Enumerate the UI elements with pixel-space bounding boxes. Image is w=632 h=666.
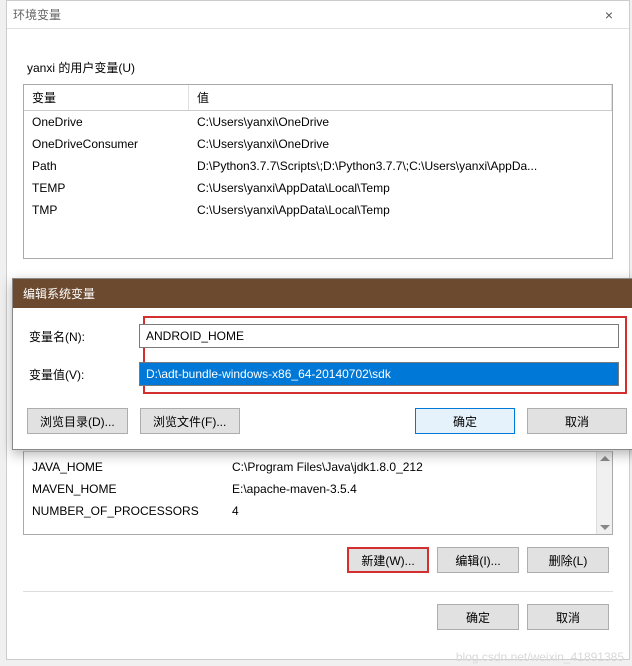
edit-dialog-buttons: 浏览目录(D)... 浏览文件(F)... 确定 取消 [13,408,632,444]
edit-dialog-title: 编辑系统变量 [13,279,632,308]
browse-file-button[interactable]: 浏览文件(F)... [140,408,240,434]
new-system-var-button[interactable]: 新建(W)... [347,547,429,573]
system-vars-table[interactable]: JAVA_HOME C:\Program Files\Java\jdk1.8.0… [23,451,613,535]
var-value-input[interactable] [139,362,619,386]
edit-dialog-body: 变量名(N): 变量值(V): [13,308,632,408]
table-row[interactable]: JAVA_HOME C:\Program Files\Java\jdk1.8.0… [24,456,612,478]
dialog-buttons: 确定 取消 [23,592,613,642]
system-vars-buttons: 新建(W)... 编辑(I)... 删除(L) [23,535,613,585]
table-row[interactable]: MAVEN_HOME E:\apache-maven-3.5.4 [24,478,612,500]
user-vars-label: yanxi 的用户变量(U) [27,59,613,76]
main-title: 环境变量 [13,6,595,23]
user-vars-table[interactable]: 变量 值 OneDrive C:\Users\yanxi\OneDrive On… [23,84,613,259]
col-header-value[interactable]: 值 [189,85,612,110]
close-icon[interactable]: × [595,7,623,23]
var-name-input[interactable] [139,324,619,348]
scrollbar[interactable] [596,452,612,534]
edit-system-var-button[interactable]: 编辑(I)... [437,547,519,573]
ok-button[interactable]: 确定 [437,604,519,630]
browse-directory-button[interactable]: 浏览目录(D)... [27,408,128,434]
table-row[interactable]: OneDriveConsumer C:\Users\yanxi\OneDrive [24,133,612,155]
cancel-button[interactable]: 取消 [527,604,609,630]
table-row[interactable]: TEMP C:\Users\yanxi\AppData\Local\Temp [24,177,612,199]
delete-system-var-button[interactable]: 删除(L) [527,547,609,573]
col-header-variable[interactable]: 变量 [24,85,189,110]
edit-cancel-button[interactable]: 取消 [527,408,627,434]
var-value-label: 变量值(V): [29,366,139,383]
edit-system-variable-dialog: 编辑系统变量 变量名(N): 变量值(V): 浏览目录(D)... 浏览文件(F… [12,278,632,450]
table-row[interactable]: NUMBER_OF_PROCESSORS 4 [24,500,612,522]
table-row[interactable]: OneDrive C:\Users\yanxi\OneDrive [24,111,612,133]
input-group-highlight: 变量名(N): 变量值(V): [143,316,627,394]
main-titlebar: 环境变量 × [7,1,629,29]
table-row[interactable]: TMP C:\Users\yanxi\AppData\Local\Temp [24,199,612,221]
table-header: 变量 值 [24,85,612,111]
table-row[interactable]: Path D:\Python3.7.7\Scripts\;D:\Python3.… [24,155,612,177]
var-name-label: 变量名(N): [29,328,139,345]
edit-ok-button[interactable]: 确定 [415,408,515,434]
